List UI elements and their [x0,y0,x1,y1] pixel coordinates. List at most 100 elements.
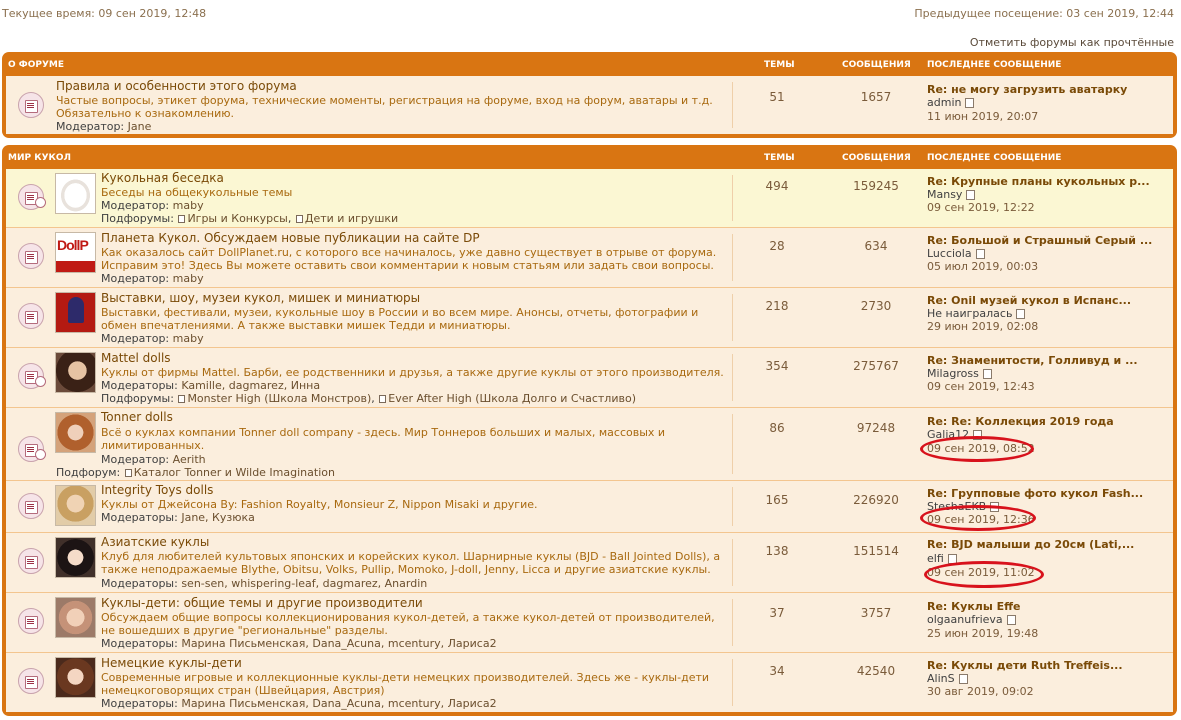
forum-moderators: Модератор: maby [101,199,204,212]
moderator-link[interactable]: Jane, Кузюка [181,511,255,524]
last-post-title-link[interactable]: Re: не могу загрузить аватарку [927,83,1127,96]
last-post-author-link[interactable]: Не наигралась [927,307,1025,320]
column-divider [732,82,733,128]
moderator-label: Модератор: [101,332,170,345]
moderator-label: Модератор: [101,453,170,466]
forum-subforums: Подфорумы: Monster High (Школа Монстров)… [101,392,636,405]
red-annotation-circle [920,436,1034,462]
forum-title-link[interactable]: Кукольная беседка [101,171,224,185]
forum-moderators: Модератор: Aerith [101,453,206,466]
last-post-title-link[interactable]: Re: Большой и Страшный Серый ... [927,234,1152,247]
topics-column-header: ТЕМЫ [764,153,795,163]
moderator-link[interactable]: maby [173,332,204,345]
last-post-title-link[interactable]: Re: Куклы дети Ruth Treffeis... [927,659,1123,672]
forum-title-link[interactable]: Немецкие куклы-дети [101,656,242,670]
moderator-link[interactable]: Aerith [173,453,206,466]
moderator-label: Модераторы: [101,577,178,590]
moderator-link[interactable]: maby [173,272,204,285]
last-post-title-link[interactable]: Re: Куклы Effe [927,600,1021,613]
forum-moderators: Модераторы: Марина Письменская, Dana_Acu… [101,637,497,650]
forum-title-link[interactable]: Правила и особенности этого форума [56,79,297,93]
doll-forum-image [55,352,96,393]
last-post-author-link[interactable]: admin [927,96,974,109]
last-post-author-link[interactable]: Mansy [927,188,975,201]
doll-forum-image [55,657,96,698]
topics-count: 37 [769,606,785,620]
posts-count: 42540 [856,664,896,678]
last-post-author-link[interactable]: olgaanufrieva [927,613,1016,626]
forum-read-icon [18,243,44,269]
forum-title-link[interactable]: Integrity Toys dolls [101,483,213,497]
moderator-label: Модератор: [101,199,170,212]
subforum-link[interactable]: Каталог Tonner и Wilde Imagination [134,466,335,479]
forum-title-link[interactable]: Tonner dolls [101,410,173,424]
doll-forum-image [55,597,96,638]
topics-count: 51 [769,90,785,104]
moderator-link[interactable]: Марина Письменская, Dana_Acuna, mcentury… [181,637,496,650]
forum-title-link[interactable]: Куклы-дети: общие темы и другие производ… [101,596,423,610]
forum-title-link[interactable]: Mattel dolls [101,351,171,365]
last-post-time: 25 июн 2019, 19:48 [927,627,1039,640]
posts-count: 97248 [856,421,896,435]
moderator-label: Модератор: [56,120,125,133]
subforum-icon [295,215,303,223]
forum-moderators: Модераторы: Марина Письменская, Dana_Acu… [101,697,497,710]
forum-row: Немецкие куклы-дети Современные игровые … [6,652,1173,712]
forum-title-link[interactable]: Азиатские куклы [101,535,209,549]
forum-row: Integrity Toys dolls Куклы от Джейсона B… [6,480,1173,532]
subforum-link[interactable]: Ever After High (Школа Долго и Счастливо… [388,392,636,405]
forum-row: Tonner dolls Всё о куклах компании Tonne… [6,407,1173,480]
forum-read-icon [18,92,44,118]
subforum-icon [178,215,186,223]
last-post-title-link[interactable]: Re: Крупные планы кукольных р... [927,175,1150,188]
mark-forums-read-link[interactable]: Отметить форумы как прочтённые [970,36,1174,49]
posts-count: 2730 [860,299,892,313]
last-post-title-link[interactable]: Re: BJD малыши до 20см (Lati,... [927,538,1134,551]
last-post-author-link[interactable]: AlinS [927,672,968,685]
topics-count: 218 [765,299,789,313]
forum-title-link[interactable]: Планета Кукол. Обсуждаем новые публикаци… [101,231,480,245]
moderator-link[interactable]: maby [173,199,204,212]
forum-row: Выставки, шоу, музеи кукол, мишек и мини… [6,287,1173,347]
last-post-author-link[interactable]: Lucciola [927,247,985,260]
posts-count: 151514 [853,544,899,558]
forum-subforums-icon [18,436,46,462]
subforum-link[interactable]: Monster High (Школа Монстров) [187,392,371,405]
doll-forum-image [55,485,96,526]
top-bar: Текущее время: 09 сен 2019, 12:48 Предыд… [0,0,1181,49]
moderator-label: Модераторы: [101,379,178,392]
moderator-label: Модератор: [101,272,170,285]
topics-count: 28 [769,239,785,253]
forum-moderators: Модератор: maby [101,272,204,285]
last-post-title-link[interactable]: Re: Знаменитости, Голливуд и ... [927,354,1138,367]
last-post-title-link[interactable]: Re: Re: Коллекция 2019 года [927,415,1114,428]
dollplanet-logo: DollP [55,232,96,273]
topics-count: 354 [765,359,789,373]
last-post-title-link[interactable]: Re: Onil музей кукол в Испанс... [927,294,1131,307]
subforum-icon [178,395,186,403]
last-post-column-header: ПОСЛЕДНЕЕ СООБЩЕНИЕ [927,153,1062,163]
moderator-link[interactable]: Kamille, dagmarez, Инна [181,379,320,392]
category-header: О ФОРУМЕ ТЕМЫ СООБЩЕНИЯ ПОСЛЕДНЕЕ СООБЩЕ… [6,52,1173,76]
last-post-author-link[interactable]: Milagross [927,367,992,380]
forum-row: Куклы-дети: общие темы и другие производ… [6,592,1173,652]
last-post-title-link[interactable]: Re: Групповые фото кукол Fash... [927,487,1143,500]
last-post-time: 09 сен 2019, 12:22 [927,201,1035,214]
posts-column-header: СООБЩЕНИЯ [842,60,911,70]
forum-description: Клуб для любителей культовых японских и … [101,550,721,576]
category-title[interactable]: МИР КУКОЛ [8,153,71,163]
forum-read-icon [18,608,44,634]
subforum-link[interactable]: Дети и игрушки [305,212,398,225]
previous-visit: Предыдущее посещение: 03 сен 2019, 12:44 [914,7,1174,20]
forum-description: Всё о куклах компании Tonner doll compan… [101,426,666,452]
forum-title-link[interactable]: Выставки, шоу, музеи кукол, мишек и мини… [101,291,420,305]
moderator-link[interactable]: Jane [128,120,152,133]
red-annotation-circle [924,561,1044,588]
forum-description: Куклы от Джейсона By: Fashion Royalty, M… [101,498,538,511]
moderator-link[interactable]: Марина Письменская, Dana_Acuna, mcentury… [181,697,496,710]
forum-row: Кукольная беседка Беседы на общекукольны… [6,169,1173,227]
category-title[interactable]: О ФОРУМЕ [8,60,64,70]
subforums-label: Подфорумы: [101,212,174,225]
subforum-link[interactable]: Игры и Конкурсы [187,212,287,225]
moderator-link[interactable]: sen-sen, whispering-leaf, dagmarez, Anar… [181,577,427,590]
